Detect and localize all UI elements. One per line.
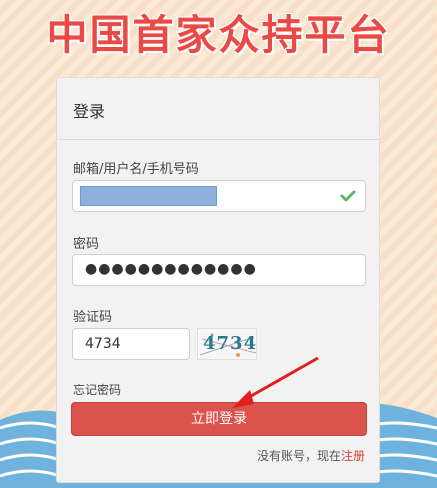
captcha-image[interactable]: 4734 [197, 328, 257, 360]
login-panel-header: 登录 [57, 78, 379, 140]
banner-title: 中国首家众持平台 [46, 11, 391, 59]
captcha-value: 4734 [85, 336, 121, 352]
forgot-password-link[interactable]: 忘记密码 [73, 381, 121, 398]
password-mask: ●●●●●●●●●●●●● [85, 261, 257, 277]
username-field[interactable] [72, 180, 366, 212]
login-button[interactable]: 立即登录 [71, 402, 367, 436]
username-value-highlight [80, 186, 217, 206]
check-icon [340, 190, 356, 202]
captcha-label: 验证码 [73, 310, 113, 325]
password-label: 密码 [73, 237, 100, 252]
login-title: 登录 [73, 102, 106, 121]
username-label: 邮箱/用户名/手机号码 [73, 162, 199, 177]
register-line: 没有账号，现在注册 [257, 447, 365, 464]
captcha-code: 4734 [203, 333, 257, 354]
register-prompt: 没有账号，现在 [256, 449, 341, 463]
register-link[interactable]: 注册 [341, 449, 365, 463]
top-banner: 中国首家众持平台 [0, 0, 437, 62]
password-field[interactable]: ●●●●●●●●●●●●● [72, 254, 366, 286]
login-panel: 登录 邮箱/用户名/手机号码 密码 ●●●●●●●●●●●●● 验证码 4734… [56, 77, 380, 483]
captcha-input[interactable]: 4734 [72, 328, 190, 360]
